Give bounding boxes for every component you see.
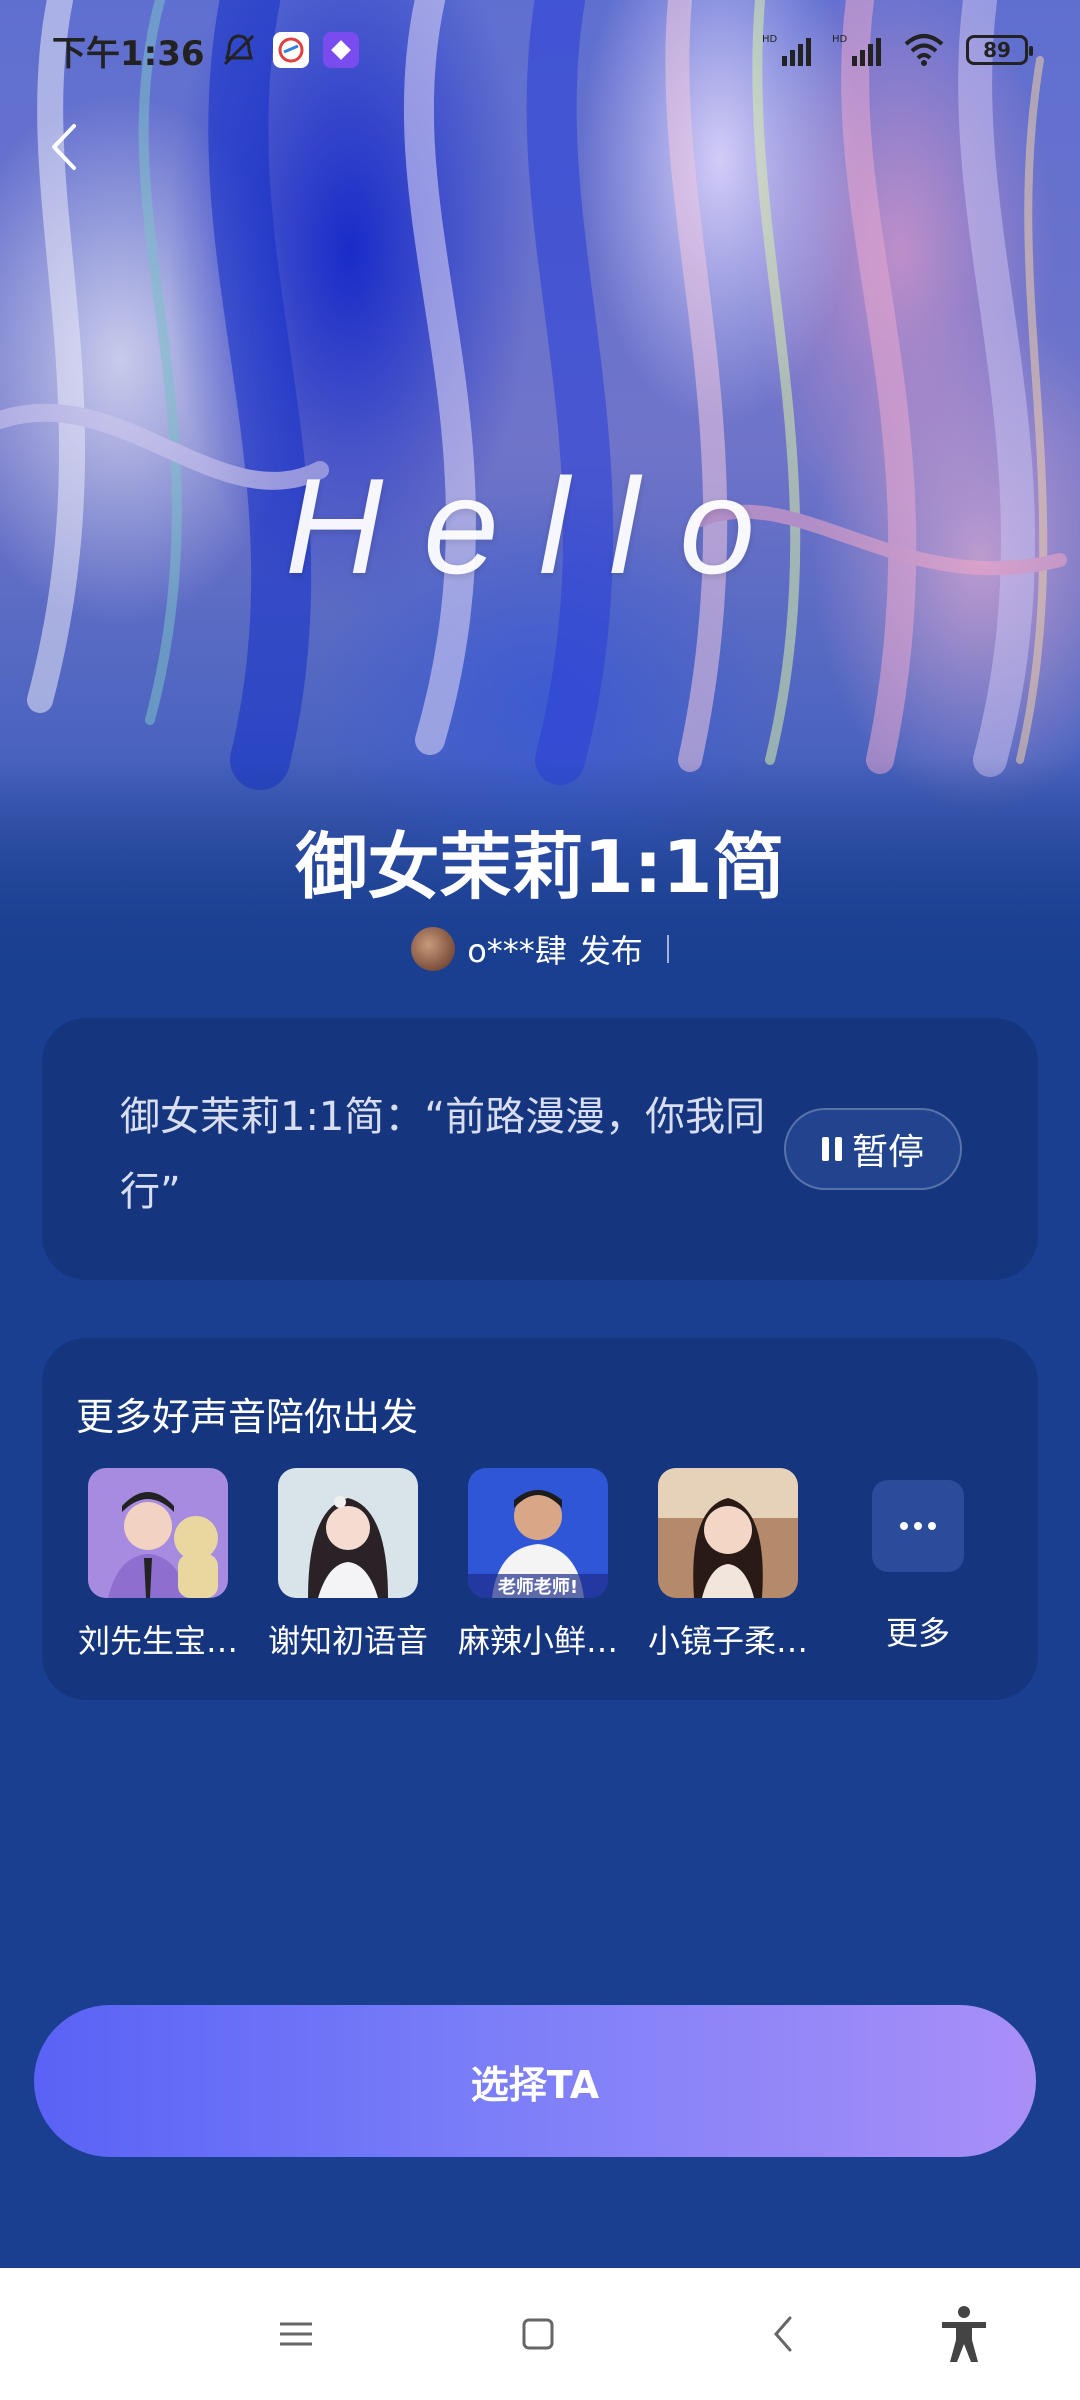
voice-list: 刘先生宝… 谢知初语音 老师老师! 麻辣小鲜… 小镜子柔… 更多 [42,1468,1038,1668]
select-ta-button[interactable]: 选择TA [34,2005,1036,2157]
chevron-left-icon [52,124,76,170]
mute-bell-icon [223,34,254,66]
more-voices-title: 更多好声音陪你出发 [76,1395,419,1439]
voice-name: 小镜子柔… [647,1622,808,1660]
back-triangle-icon [774,2316,792,2352]
signal-hd-icon-1: HD [762,34,811,66]
home-square-icon [522,2318,554,2350]
svg-text:HD: HD [832,34,848,45]
signal-hd-icon-2: HD [832,34,881,66]
voice-name: 麻辣小鲜… [457,1622,618,1660]
accessibility-icon [942,2306,986,2362]
quote-text: 御女茉莉1:1简：“前路漫漫，你我同行” [120,1094,766,1215]
back-button[interactable] [40,112,90,182]
nav-home-button[interactable] [508,2306,568,2362]
more-dots-icon [872,1480,964,1572]
voice-avatar [88,1468,228,1598]
hero-hello-text: Hello [285,450,795,602]
more-voices-card: 更多好声音陪你出发 刘先生宝… 谢知初语音 老师老师! 麻辣小鲜… 小镜子柔… … [42,1338,1038,1700]
system-nav-bar [0,2268,1080,2400]
quote-card: 御女茉莉1:1简：“前路漫漫，你我同行” 暂停 [42,1018,1038,1280]
voice-item[interactable]: 谢知初语音 [258,1468,438,1662]
battery-indicator: 89 [966,35,1033,65]
nav-back-button[interactable] [754,2306,814,2362]
publisher-avatar [411,927,456,971]
voice-avatar [278,1468,418,1598]
publisher-name: o***肆 [467,932,567,970]
nav-menu-button[interactable] [266,2306,326,2362]
svg-text:老师老师!: 老师老师! [498,1576,578,1598]
voice-item[interactable]: 小镜子柔… [638,1468,818,1662]
voice-avatar: 老师老师! [468,1468,608,1598]
accessibility-button[interactable] [932,2306,996,2362]
pause-label: 暂停 [851,1132,924,1173]
voice-item[interactable]: 老师老师! 麻辣小鲜… [448,1468,628,1662]
pause-button[interactable]: 暂停 [784,1108,962,1190]
more-label: 更多 [885,1614,950,1652]
voice-avatar [658,1468,798,1598]
app-notification-icon-1 [272,32,309,68]
more-voices-button[interactable]: 更多 [828,1468,1008,1654]
publisher-action: 发布 [578,932,643,970]
svg-text:HD: HD [762,34,778,45]
app-notification-icon-2 [322,32,359,68]
menu-icon [280,2322,312,2346]
status-time: 下午1:36 [52,33,205,74]
voice-item[interactable]: 刘先生宝… [68,1468,248,1662]
pause-icon [821,1137,842,1161]
voice-name: 刘先生宝… [77,1622,238,1660]
status-bar: 下午1:36 HD HD 89 [0,0,1080,100]
wifi-icon [904,34,944,66]
publisher-divider [666,935,669,963]
publisher-info: o***肆 发布 [0,926,1080,972]
voice-name: 谢知初语音 [267,1622,428,1660]
voice-title: 御女茉莉1:1简 [295,825,785,909]
